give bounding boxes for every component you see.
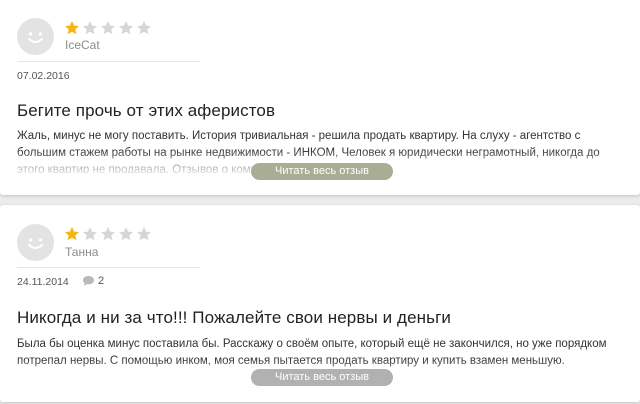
smiley-avatar-icon xyxy=(17,18,54,55)
read-full-review-button[interactable]: Читать весь отзыв xyxy=(251,369,393,386)
read-full-review-button[interactable]: Читать весь отзыв xyxy=(251,163,393,180)
star-icon xyxy=(137,21,151,35)
star-icon xyxy=(119,227,133,241)
divider xyxy=(17,61,200,62)
comments-count-value: 2 xyxy=(98,275,105,287)
star-icon xyxy=(65,227,79,241)
review-card: Танна 24.11.2014 2 Никогда и ни за что!!… xyxy=(0,205,640,402)
star-icon xyxy=(65,21,79,35)
star-icon xyxy=(83,227,97,241)
star-icon xyxy=(83,21,97,35)
review-author: IceCat xyxy=(65,38,100,52)
review-date: 24.11.2014 xyxy=(17,276,69,288)
review-card: IceCat 07.02.2016 Бегите прочь от этих а… xyxy=(0,0,640,195)
star-icon xyxy=(119,21,133,35)
review-date: 07.02.2016 xyxy=(17,70,70,82)
star-icon xyxy=(101,227,115,241)
comments-count[interactable]: 2 xyxy=(82,275,104,287)
smiley-avatar-icon xyxy=(17,224,54,261)
star-rating xyxy=(64,20,152,36)
star-icon xyxy=(101,21,115,35)
review-title[interactable]: Бегите прочь от этих аферистов xyxy=(17,101,275,121)
divider xyxy=(17,267,200,268)
review-author: Танна xyxy=(65,245,99,259)
star-icon xyxy=(137,227,151,241)
speech-bubble-icon xyxy=(83,276,94,286)
review-title[interactable]: Никогда и ни за что!!! Пожалейте свои не… xyxy=(17,308,451,328)
star-rating xyxy=(64,226,152,242)
